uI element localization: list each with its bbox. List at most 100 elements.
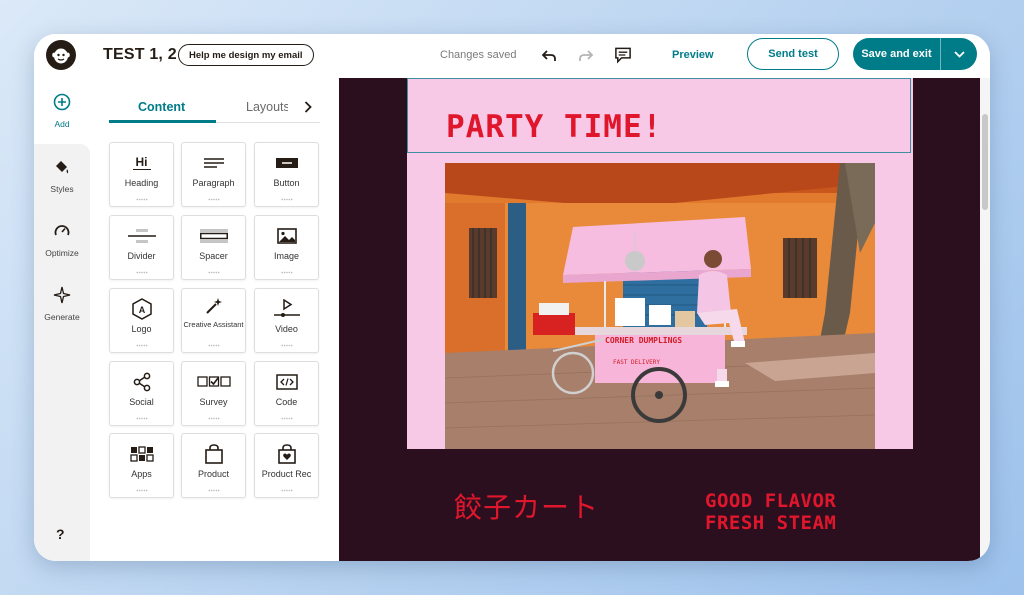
block-paragraph[interactable]: Paragraph [181, 142, 246, 207]
tab-layouts[interactable]: Layouts [246, 100, 288, 114]
drag-handle[interactable] [208, 344, 220, 347]
email-headline[interactable]: PARTY TIME! [446, 109, 662, 145]
drag-handle[interactable] [208, 271, 220, 274]
drag-handle[interactable] [136, 344, 148, 347]
block-label: Spacer [199, 251, 228, 261]
block-creative-assistant[interactable]: Creative Assistant [181, 288, 246, 353]
chevron-right-icon[interactable] [304, 100, 312, 118]
block-label: Apps [131, 469, 152, 479]
block-image[interactable]: Image [254, 215, 319, 280]
selected-text-block[interactable]: PARTY TIME! [407, 78, 911, 153]
email-tagline-line1: GOOD FLAVOR [705, 490, 837, 512]
send-test-button[interactable]: Send test [747, 38, 839, 70]
survey-icon [182, 371, 245, 393]
block-label: Image [273, 251, 299, 261]
heading-icon: Hi [110, 152, 173, 174]
save-exit-group: Save and exit [853, 38, 977, 70]
mailchimp-logo-icon[interactable] [46, 40, 76, 70]
block-label: Code [275, 397, 298, 407]
paragraph-icon [182, 152, 245, 174]
cart-sub-text: FAST DELIVERY [613, 359, 660, 366]
paint-bucket-icon [56, 161, 69, 174]
block-apps[interactable]: Apps [109, 433, 174, 498]
logo-icon: A [110, 298, 173, 320]
drag-handle[interactable] [281, 489, 293, 492]
drag-handle[interactable] [281, 198, 293, 201]
apps-icon [110, 443, 173, 465]
rail-item-styles[interactable]: Styles [34, 158, 90, 194]
image-icon [255, 225, 318, 247]
tab-content[interactable]: Content [138, 100, 185, 114]
block-video[interactable]: Video [254, 288, 319, 353]
shopping-bag-icon [182, 443, 245, 465]
help-design-button[interactable]: Help me design my email [178, 44, 314, 66]
button-icon [255, 152, 318, 174]
block-survey[interactable]: Survey [181, 361, 246, 426]
email-hero-image[interactable]: CORNER DUMPLINGS FAST DELIVERY [445, 163, 875, 449]
block-spacer[interactable]: Spacer [181, 215, 246, 280]
block-button[interactable]: Button [254, 142, 319, 207]
block-social[interactable]: Social [109, 361, 174, 426]
drag-handle[interactable] [208, 489, 220, 492]
rail-item-add[interactable]: Add [34, 93, 90, 129]
rail-inactive-area [34, 144, 90, 561]
rail-item-label: Add [54, 119, 70, 129]
block-label: Logo [131, 324, 152, 334]
rail-item-generate[interactable]: Generate [34, 286, 90, 322]
active-tab-indicator [109, 120, 216, 123]
block-divider[interactable]: Divider [109, 215, 174, 280]
comment-icon[interactable] [614, 46, 632, 64]
drag-handle[interactable] [136, 489, 148, 492]
heading-icon-text: Hi [132, 156, 151, 170]
rail-item-label: Styles [50, 184, 74, 194]
top-bar: TEST 1, 2 Help me design my email Change… [34, 34, 990, 79]
gauge-icon [54, 225, 70, 236]
block-label: Heading [124, 178, 159, 188]
video-icon [255, 298, 318, 320]
block-label: Product Rec [261, 469, 312, 479]
block-logo[interactable]: A Logo [109, 288, 174, 353]
rail-item-optimize[interactable]: Optimize [34, 222, 90, 258]
help-question-icon[interactable]: ? [56, 526, 65, 542]
scrollbar-thumb[interactable] [982, 114, 988, 210]
email-japanese-text[interactable]: 餃子カート [454, 486, 599, 526]
drag-handle[interactable] [281, 344, 293, 347]
drag-handle[interactable] [136, 271, 148, 274]
chevron-down-icon[interactable] [941, 38, 977, 70]
spacer-icon [182, 225, 245, 247]
block-label: Paragraph [192, 178, 235, 188]
block-label: Survey [199, 397, 228, 407]
drag-handle[interactable] [208, 198, 220, 201]
editor-window: TEST 1, 2 Help me design my email Change… [34, 34, 990, 561]
block-label: Creative Assistant [183, 320, 244, 329]
sparkle-icon [53, 286, 71, 304]
undo-icon[interactable] [540, 47, 558, 65]
code-icon [255, 371, 318, 393]
email-canvas: PARTY TIME! CORNER DUMPLINGS FAST DELIVE… [339, 78, 980, 561]
redo-icon[interactable] [577, 47, 595, 65]
drag-handle[interactable] [281, 271, 293, 274]
campaign-title[interactable]: TEST 1, 2 [103, 46, 177, 64]
logo-icon-text: A [138, 305, 145, 315]
email-tagline-line2: FRESH STEAM [705, 512, 837, 534]
drag-handle[interactable] [136, 198, 148, 201]
rail-item-label: Optimize [45, 248, 79, 258]
preview-link[interactable]: Preview [672, 49, 714, 61]
drag-handle[interactable] [136, 417, 148, 420]
block-product-rec[interactable]: Product Rec [254, 433, 319, 498]
block-code[interactable]: Code [254, 361, 319, 426]
email-tagline[interactable]: GOOD FLAVOR FRESH STEAM [705, 490, 836, 534]
drag-handle[interactable] [208, 417, 220, 420]
content-panel: Content Layouts Hi Heading Paragraph But… [90, 78, 338, 561]
drag-handle[interactable] [281, 417, 293, 420]
cart-sign-text: CORNER DUMPLINGS [605, 336, 682, 345]
left-rail: Add Styles Optimize Generate ? [34, 78, 90, 561]
canvas-scrollbar[interactable] [980, 78, 990, 561]
block-heading[interactable]: Hi Heading [109, 142, 174, 207]
save-and-exit-button[interactable]: Save and exit [853, 38, 941, 70]
plus-circle-icon [53, 93, 71, 111]
block-product[interactable]: Product [181, 433, 246, 498]
divider-icon [110, 225, 173, 247]
block-label: Social [129, 397, 154, 407]
share-icon [110, 371, 173, 393]
